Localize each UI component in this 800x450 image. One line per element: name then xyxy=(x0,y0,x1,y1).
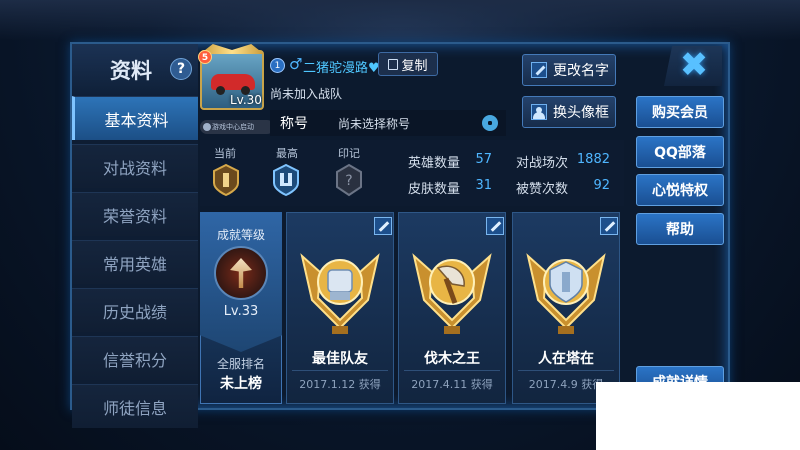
close-icon[interactable]: ✖ xyxy=(678,48,710,82)
sidebar-item-battle-info[interactable]: 对战资料 xyxy=(72,144,198,188)
platinum-rank-icon[interactable] xyxy=(271,163,301,197)
divider xyxy=(292,370,388,371)
achievement-date: 2017.1.12 获得 xyxy=(299,378,381,391)
achievement-date: 2017.4.11 获得 xyxy=(411,378,493,391)
buy-vip-button[interactable]: 购买会员 xyxy=(636,96,724,128)
achievement-title: 人在塔在 xyxy=(538,351,594,367)
sidebar-title-text: 资料 xyxy=(110,59,152,83)
tower-trophy-icon xyxy=(526,253,606,334)
segment-label-highest: 最高 xyxy=(276,147,298,160)
rename-label: 更改名字 xyxy=(553,63,609,79)
blank-overlay xyxy=(596,382,800,450)
edit-icon[interactable] xyxy=(600,217,618,235)
person-icon xyxy=(531,104,547,120)
achievement-rank-label: 成就等级 xyxy=(216,228,265,242)
player-level: Lv.30 xyxy=(230,93,262,107)
help-button[interactable]: 帮助 xyxy=(636,213,724,245)
sidebar: 资料 ? 基本资料 对战资料 荣誉资料 常用英雄 历史战绩 信誉积分 师徒信息 xyxy=(72,44,198,428)
locked-mark-icon[interactable]: ? xyxy=(334,163,364,197)
xinyue-privilege-button[interactable]: 心悦特权 xyxy=(636,174,724,206)
stat-value-heroes: 57 xyxy=(475,152,492,167)
gear-icon[interactable] xyxy=(482,115,498,131)
rename-button[interactable]: 更改名字 xyxy=(522,54,616,86)
qq-tribe-button[interactable]: QQ部落 xyxy=(636,136,724,168)
bronze-rank-icon[interactable] xyxy=(211,163,241,197)
male-icon: ♂ xyxy=(289,55,303,73)
game-center-badge: 游戏中心启动 xyxy=(200,120,274,134)
divider xyxy=(404,370,500,371)
sidebar-item-credit[interactable]: 信誉积分 xyxy=(72,336,198,380)
achievement-level: Lv.33 xyxy=(223,304,259,319)
segment-label-mark: 印记 xyxy=(338,147,360,160)
fist-trophy-icon xyxy=(300,253,380,334)
divider xyxy=(518,370,614,371)
sidebar-item-mentor[interactable]: 师徒信息 xyxy=(72,384,198,428)
copy-label: 复制 xyxy=(401,58,428,74)
team-status: 尚未加入战队 xyxy=(270,87,343,101)
stat-value-likes: 92 xyxy=(593,178,610,193)
change-frame-label: 换头像框 xyxy=(553,105,609,121)
stat-value-matches: 1882 xyxy=(576,152,610,167)
svg-text:?: ? xyxy=(345,173,352,189)
sidebar-item-history[interactable]: 历史战绩 xyxy=(72,288,198,332)
server-rank-label: 全服排名 xyxy=(216,357,265,371)
axe-trophy-icon xyxy=(412,253,492,334)
player-nickname: 二猪驼漫路♥ xyxy=(303,61,380,76)
title-value: 尚未选择称号 xyxy=(338,117,411,131)
sidebar-item-honor-info[interactable]: 荣誉资料 xyxy=(72,192,198,236)
achievement-title: 最佳队友 xyxy=(312,351,368,367)
stat-label-matches: 对战场次 xyxy=(516,156,569,171)
achievement-emblem-icon xyxy=(214,246,268,300)
edit-icon[interactable] xyxy=(486,217,504,235)
server-rank-value: 未上榜 xyxy=(220,376,262,392)
edit-icon[interactable] xyxy=(374,217,392,235)
copy-button[interactable]: 复制 xyxy=(378,52,438,76)
stat-value-skins: 31 xyxy=(475,178,492,193)
sidebar-item-common-heroes[interactable]: 常用英雄 xyxy=(72,240,198,284)
segment-label-current: 当前 xyxy=(214,147,236,160)
copy-icon xyxy=(388,58,399,70)
achievement-title: 伐木之王 xyxy=(424,351,480,367)
wheel-icon xyxy=(216,86,225,95)
help-icon[interactable]: ? xyxy=(170,58,192,80)
avatar-badge: 5 xyxy=(198,50,212,64)
stat-label-likes: 被赞次数 xyxy=(516,182,569,197)
pencil-icon xyxy=(531,62,547,78)
vip-level-icon: 1 xyxy=(270,58,285,73)
title-label: 称号 xyxy=(280,116,308,132)
sidebar-item-basic-info[interactable]: 基本资料 xyxy=(72,96,198,140)
change-frame-button[interactable]: 换头像框 xyxy=(522,96,616,128)
